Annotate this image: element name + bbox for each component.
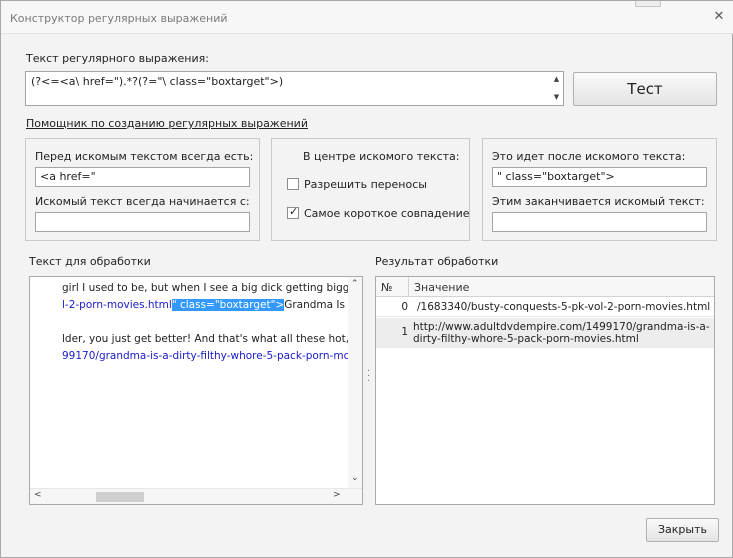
regex-helper-link[interactable]: Помощник по созданию регулярных выражени… — [26, 117, 308, 130]
source-line-4: 99170/grandma-is-a-dirty-filthy-whore-5-… — [62, 350, 363, 362]
column-separator — [408, 277, 409, 297]
end-text-label: Этим заканчивается искомый текст: — [492, 195, 705, 208]
regex-input-value: (?<=<a\ href=").*?(?="\ class="boxtarget… — [31, 75, 284, 88]
before-text-input[interactable]: <a href=" — [35, 167, 250, 187]
close-button[interactable]: Закрыть — [646, 518, 719, 542]
source-text-label: Текст для обработки — [29, 255, 151, 268]
start-text-input[interactable] — [35, 212, 250, 232]
test-button[interactable]: Тест — [573, 72, 717, 106]
shortest-match-checkbox[interactable] — [287, 205, 299, 219]
result-row[interactable]: 1 http://www.adultdvdempire.com/1499170/… — [376, 318, 714, 348]
close-icon[interactable]: ✕ — [712, 10, 726, 24]
result-row[interactable]: 0 /1683340/busty-conquests-5-pk-vol-2-po… — [376, 297, 714, 317]
result-row-number: 0 — [401, 301, 408, 313]
results-grid[interactable]: № Значение 0 /1683340/busty-conquests-5-… — [375, 276, 715, 505]
allow-breaks-checkbox[interactable] — [287, 178, 299, 190]
scroll-right-arrow-icon[interactable]: > — [333, 490, 341, 500]
scroll-down-icon[interactable]: ▼ — [552, 93, 561, 102]
source-line-2: l-2-porn-movies.html" class="boxtarget">… — [62, 299, 362, 311]
scroll-left-arrow-icon[interactable]: < — [34, 490, 42, 500]
source-text-area[interactable]: girl I used to be, but when I see a big … — [29, 276, 363, 505]
result-row-value: http://www.adultdvdempire.com/1499170/gr… — [413, 321, 710, 345]
regex-label: Текст регулярного выражения: — [26, 52, 209, 65]
shortest-match-label: Самое короткое совпадение — [304, 207, 470, 220]
before-text-group: Перед искомым текстом всегда есть: <a hr… — [25, 138, 260, 241]
column-header-number[interactable]: № — [381, 281, 392, 294]
result-row-number: 1 — [401, 326, 408, 338]
column-header-value[interactable]: Значение — [414, 281, 469, 294]
results-label: Результат обработки — [375, 255, 499, 268]
source-line-3: lder, you just get better! And that's wh… — [62, 333, 363, 345]
line-gutter — [30, 277, 58, 487]
center-text-label: В центре искомого текста: — [303, 150, 460, 163]
before-text-label: Перед искомым текстом всегда есть: — [35, 150, 254, 163]
horizontal-scroll-thumb[interactable] — [96, 492, 144, 502]
source-selection: " class="boxtarget"> — [171, 299, 285, 311]
after-text-input[interactable]: " class="boxtarget"> — [492, 167, 707, 187]
window-title: Конструктор регулярных выражений — [10, 12, 228, 25]
splitter-handle[interactable]: · · · — [367, 367, 371, 387]
center-text-group: В центре искомого текста: Разрешить пере… — [271, 138, 470, 241]
horizontal-scrollbar[interactable]: < > — [30, 488, 362, 504]
start-text-label: Искомый текст всегда начинается с: — [35, 195, 250, 208]
title-bar: Конструктор регулярных выражений ✕ — [1, 1, 733, 34]
after-text-group: Это идет после искомого текста: " class=… — [482, 138, 717, 241]
grid-header: № Значение — [376, 277, 714, 297]
source-line-2-before: l-2-porn-movies.html — [62, 299, 172, 311]
end-text-input[interactable] — [492, 212, 707, 232]
result-row-value: /1683340/busty-conquests-5-pk-vol-2-porn… — [417, 301, 711, 313]
after-text-label: Это идет после искомого текста: — [492, 150, 686, 163]
vertical-scrollbar[interactable]: ⌃ ⌄ — [348, 277, 362, 489]
allow-breaks-label: Разрешить переносы — [304, 178, 427, 191]
scroll-up-icon[interactable]: ▲ — [552, 75, 561, 84]
scroll-down-arrow-icon[interactable]: ⌄ — [351, 473, 359, 483]
regex-input[interactable]: (?<=<a\ href=").*?(?="\ class="boxtarget… — [25, 71, 564, 106]
regex-builder-window: Конструктор регулярных выражений ✕ Текст… — [0, 0, 733, 558]
scroll-up-arrow-icon[interactable]: ⌃ — [351, 279, 359, 289]
title-tab-handle[interactable] — [635, 1, 661, 7]
source-line-1: girl I used to be, but when I see a big … — [62, 282, 363, 294]
